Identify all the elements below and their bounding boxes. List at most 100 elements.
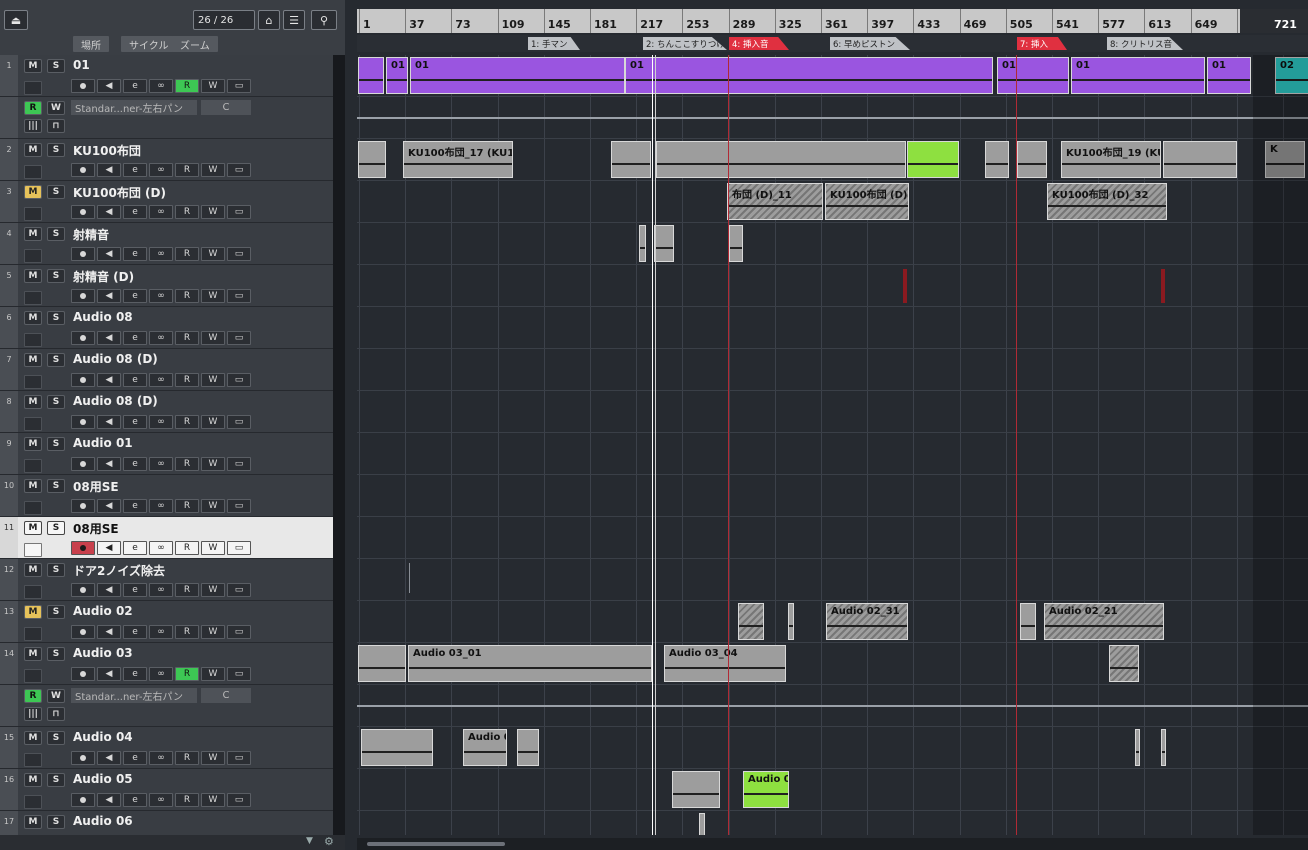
read-automation-button[interactable]: R [175,247,199,261]
monitor-button[interactable]: ◀ [97,415,121,429]
read-automation-button[interactable]: R [175,541,199,555]
write-automation-button[interactable]: W [201,247,225,261]
audio-event[interactable]: 01 [997,57,1069,94]
write-automation-button[interactable]: W [201,331,225,345]
lock-toggle[interactable] [24,669,42,683]
record-enable-button[interactable] [71,499,95,513]
tab-cycle[interactable]: サイクル [121,36,177,52]
mute-button[interactable]: M [24,605,42,619]
marker-track[interactable]: 1: 手マン 2: ちんここすりつける 4: 挿入音 6: 早めピストン 7: 挿入 8:… [357,35,1308,52]
solo-button[interactable]: S [47,185,65,199]
edit-channel-button[interactable]: e [123,331,147,345]
track-header[interactable]: 15 M S Audio 04 ◀ e ∞ R W ▭ [0,727,345,769]
monitor-button[interactable]: ◀ [97,331,121,345]
audio-event[interactable] [788,603,794,640]
tab-location[interactable]: 場所 [73,36,109,52]
track-header[interactable]: 10 M S 08用SE ◀ e ∞ R W ▭ [0,475,345,517]
mute-button[interactable]: M [24,311,42,325]
lane-bars-icon[interactable]: ||| [24,119,42,133]
automation-value-field[interactable]: C [201,688,251,703]
audio-event[interactable]: 01 [386,57,408,94]
read-automation-button[interactable]: R [175,667,199,681]
inserts-icon[interactable]: ▭ [227,79,251,93]
automation-lane[interactable]: R W ||| ⊓ Standar...ner-左右パン C [0,97,345,139]
monitor-button[interactable]: ◀ [97,667,121,681]
edit-channel-button[interactable]: e [123,79,147,93]
link-icon[interactable]: ∞ [149,499,173,513]
lock-toggle[interactable] [24,375,42,389]
solo-button[interactable]: S [47,563,65,577]
track-name[interactable]: 射精音 (D) [73,268,134,285]
marker[interactable]: 4: 挿入音 [729,37,789,50]
lock-toggle[interactable] [24,585,42,599]
link-icon[interactable]: ∞ [149,667,173,681]
automation-parameter-field[interactable]: Standar...ner-左右パン [71,100,197,115]
audio-event[interactable] [656,141,906,178]
read-automation-button[interactable]: R [175,415,199,429]
edit-channel-button[interactable]: e [123,289,147,303]
list-icon[interactable]: ☰ [283,10,305,30]
mute-button[interactable]: M [24,731,42,745]
mute-button[interactable]: M [24,563,42,577]
read-automation-button[interactable]: R [175,625,199,639]
audio-event[interactable] [907,141,959,178]
edit-channel-button[interactable]: e [123,373,147,387]
link-icon[interactable]: ∞ [149,373,173,387]
track-header[interactable]: 4 M S 射精音 ◀ e ∞ R W ▭ [0,223,345,265]
mute-button[interactable]: M [24,353,42,367]
audio-event[interactable]: Audio 03_04 [664,645,786,682]
track-name[interactable]: Audio 08 (D) [73,352,158,366]
link-icon[interactable]: ∞ [149,457,173,471]
audio-event[interactable] [358,141,386,178]
audio-event[interactable]: KU100布団_17 (KU1( [403,141,513,178]
write-automation-button[interactable]: W [201,751,225,765]
mute-button[interactable]: M [24,59,42,73]
audio-event[interactable] [672,771,720,808]
marker[interactable]: 2: ちんここすりつける [643,37,727,50]
read-automation-button[interactable]: R [175,331,199,345]
audio-event[interactable]: 01 [1071,57,1205,94]
solo-button[interactable]: S [47,437,65,451]
track-name[interactable]: 01 [73,58,90,72]
link-icon[interactable]: ∞ [149,583,173,597]
record-enable-button[interactable] [71,667,95,681]
audio-event[interactable]: KU100布団_19 (KU [1061,141,1161,178]
inserts-icon[interactable]: ▭ [227,793,251,807]
marker[interactable]: 1: 手マン [528,37,580,50]
gear-icon[interactable]: ⚙ [324,835,334,848]
lock-toggle[interactable] [24,291,42,305]
edit-channel-button[interactable]: e [123,751,147,765]
inserts-icon[interactable]: ▭ [227,499,251,513]
inserts-icon[interactable]: ▭ [227,667,251,681]
track-header[interactable]: 2 M S KU100布団 ◀ e ∞ R W ▭ [0,139,345,181]
lock-toggle[interactable] [24,753,42,767]
tab-zoom[interactable]: ズーム [172,36,218,52]
audio-event[interactable] [654,225,674,262]
track-name[interactable]: 08用SE [73,478,119,495]
track-name[interactable]: ドア2ノイズ除去 [73,562,165,579]
write-automation-button[interactable]: W [47,689,65,703]
track-header[interactable]: 13 M S Audio 02 ◀ e ∞ R W ▭ [0,601,345,643]
record-enable-button[interactable] [71,331,95,345]
track-name[interactable]: Audio 05 [73,772,133,786]
link-icon[interactable]: ∞ [149,289,173,303]
lock-icon[interactable]: ⊓ [47,119,65,133]
playback-cursor[interactable] [652,55,653,835]
monitor-button[interactable]: ◀ [97,289,121,303]
track-header[interactable]: 3 M S KU100布団 (D) ◀ e ∞ R W ▭ [0,181,345,223]
lock-toggle[interactable] [24,81,42,95]
track-header[interactable]: 16 M S Audio 05 ◀ e ∞ R W ▭ [0,769,345,811]
track-header[interactable]: 6 M S Audio 08 ◀ e ∞ R W ▭ [0,307,345,349]
inserts-icon[interactable]: ▭ [227,289,251,303]
audio-event[interactable] [1020,603,1036,640]
read-automation-button[interactable]: R [24,689,42,703]
search-icon[interactable]: ⚲ [311,10,337,30]
read-automation-button[interactable]: R [175,499,199,513]
solo-button[interactable]: S [47,269,65,283]
track-name[interactable]: Audio 02 [73,604,133,618]
track-header[interactable]: 12 M S ドア2ノイズ除去 ◀ e ∞ R W ▭ [0,559,345,601]
edit-channel-button[interactable]: e [123,499,147,513]
read-automation-button[interactable]: R [175,205,199,219]
record-enable-button[interactable] [71,751,95,765]
write-automation-button[interactable]: W [201,541,225,555]
